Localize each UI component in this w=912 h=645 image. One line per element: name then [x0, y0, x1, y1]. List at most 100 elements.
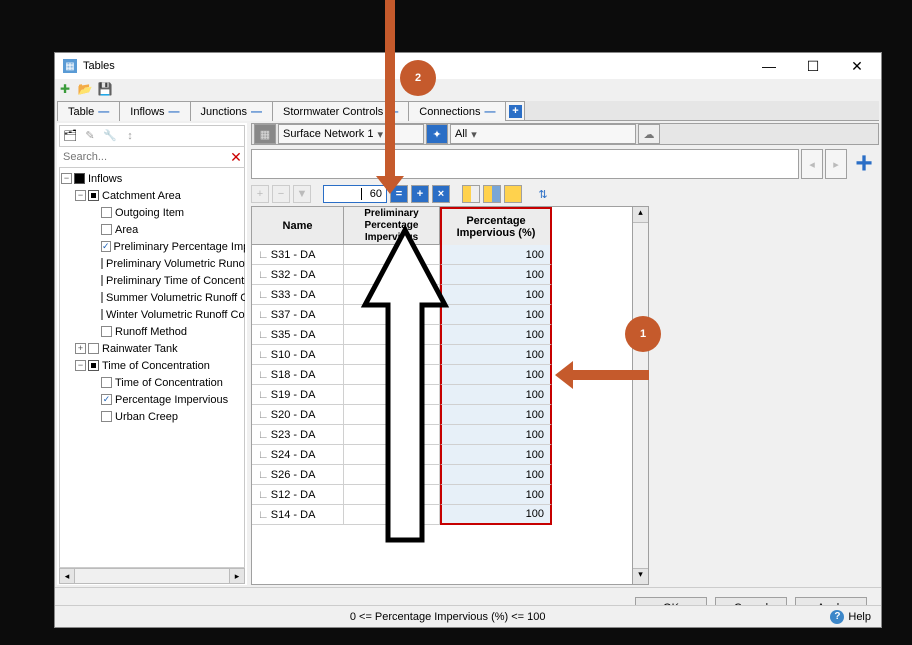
expand-icon[interactable]: − — [61, 173, 72, 184]
column-header-name[interactable]: Name — [252, 207, 344, 245]
cell-percent[interactable]: 100 — [440, 325, 552, 345]
expand-all-icon[interactable]: + — [251, 185, 269, 203]
tree-item[interactable]: Preliminary Percentage Impervious — [114, 241, 245, 253]
column-header-percent[interactable]: Percentage Impervious (%) — [440, 207, 552, 245]
close-button[interactable]: ✕ — [835, 53, 879, 79]
apply-plus-button[interactable]: + — [411, 185, 429, 203]
open-folder-icon[interactable]: 📂 — [77, 81, 93, 97]
expand-icon[interactable]: − — [75, 360, 86, 371]
grid-vscroll[interactable]: ▴▾ — [633, 206, 649, 585]
cell-name[interactable]: ∟S37 - DA — [252, 305, 344, 325]
scope-icon[interactable]: ✦ — [426, 124, 448, 144]
cell-prelim[interactable] — [344, 325, 440, 345]
sort-icon[interactable]: ⇅ — [534, 185, 552, 203]
cell-percent[interactable]: 100 — [440, 485, 552, 505]
tree-item[interactable]: Urban Creep — [115, 411, 178, 423]
apply-times-button[interactable]: × — [432, 185, 450, 203]
cell-prelim[interactable] — [344, 245, 440, 265]
tree-item[interactable]: Preliminary Volumetric Runoff Coefficien… — [106, 258, 245, 270]
tree-tool-3[interactable]: 🔧 — [101, 127, 119, 145]
help-icon[interactable]: ? — [830, 610, 844, 624]
tree-item[interactable]: Runoff Method — [115, 326, 187, 338]
cell-prelim[interactable] — [344, 425, 440, 445]
checkbox[interactable] — [88, 343, 99, 354]
tab-remove-icon[interactable]: — — [98, 106, 109, 118]
cell-percent[interactable]: 100 — [440, 405, 552, 425]
network-icon[interactable]: ▦ — [254, 124, 276, 144]
columns-icon-1[interactable] — [462, 185, 480, 203]
cell-percent[interactable]: 100 — [440, 465, 552, 485]
tab-remove-icon[interactable]: — — [251, 106, 262, 118]
cell-name[interactable]: ∟S33 - DA — [252, 285, 344, 305]
cell-name[interactable]: ∟S23 - DA — [252, 425, 344, 445]
expand-icon[interactable]: − — [75, 190, 86, 201]
cell-prelim[interactable] — [344, 485, 440, 505]
cell-percent[interactable]: 100 — [440, 365, 552, 385]
filter-icon[interactable]: ▼ — [293, 185, 311, 203]
cell-name[interactable]: ∟S20 - DA — [252, 405, 344, 425]
grid-search-input[interactable] — [251, 149, 799, 179]
cell-name[interactable]: ∟S12 - DA — [252, 485, 344, 505]
tree-item[interactable]: Area — [115, 224, 138, 236]
cell-percent[interactable]: 100 — [440, 425, 552, 445]
cell-percent[interactable]: 100 — [440, 445, 552, 465]
checkbox[interactable] — [101, 292, 103, 303]
checkbox[interactable] — [101, 275, 103, 286]
cell-name[interactable]: ∟S14 - DA — [252, 505, 344, 525]
add-row-button[interactable]: + — [849, 149, 879, 179]
cell-prelim[interactable] — [344, 385, 440, 405]
tree-tool-2[interactable]: ✎ — [81, 127, 99, 145]
expand-icon[interactable]: + — [75, 343, 86, 354]
checkbox[interactable] — [101, 377, 112, 388]
cell-percent[interactable]: 100 — [440, 285, 552, 305]
prev-button[interactable]: ◂ — [801, 149, 823, 179]
add-tab-button[interactable]: + — [505, 101, 525, 120]
tree-tool-4[interactable]: ↕ — [121, 127, 139, 145]
tab-table[interactable]: Table— — [57, 101, 120, 121]
checkbox[interactable] — [101, 394, 112, 405]
clear-search-icon[interactable]: ✕ — [227, 149, 245, 166]
next-button[interactable]: ▸ — [825, 149, 847, 179]
tree-tool-1[interactable]: 🗂 — [61, 127, 79, 145]
tab-remove-icon[interactable]: — — [484, 106, 495, 118]
cell-name[interactable]: ∟S26 - DA — [252, 465, 344, 485]
checkbox[interactable] — [101, 309, 103, 320]
tab-junctions[interactable]: Junctions— — [190, 101, 273, 121]
maximize-button[interactable]: ☐ — [791, 53, 835, 79]
checkbox[interactable] — [101, 224, 112, 235]
cell-prelim[interactable] — [344, 265, 440, 285]
columns-icon-3[interactable] — [504, 185, 522, 203]
cell-prelim[interactable] — [344, 465, 440, 485]
tree-node-rainwater[interactable]: Rainwater Tank — [102, 343, 178, 355]
tree-item[interactable]: Summer Volumetric Runoff Coefficient — [106, 292, 245, 304]
tree-hscroll[interactable]: ◂▸ — [59, 567, 245, 583]
minimize-button[interactable]: — — [747, 53, 791, 79]
cell-prelim[interactable] — [344, 405, 440, 425]
cell-name[interactable]: ∟S19 - DA — [252, 385, 344, 405]
tree-node-toc[interactable]: Time of Concentration — [102, 360, 210, 372]
value-input[interactable]: 60 — [323, 185, 387, 203]
checkbox[interactable] — [101, 326, 112, 337]
tab-remove-icon[interactable]: — — [387, 106, 398, 118]
tree-item[interactable]: Preliminary Time of Concentration — [106, 275, 245, 287]
cell-percent[interactable]: 100 — [440, 385, 552, 405]
cell-prelim[interactable] — [344, 285, 440, 305]
scope-dropdown[interactable]: All▾ — [450, 124, 636, 144]
new-table-icon[interactable]: ✚ — [57, 81, 73, 97]
cell-percent[interactable]: 100 — [440, 345, 552, 365]
tree-node-catchment[interactable]: Catchment Area — [102, 190, 181, 202]
collapse-all-icon[interactable]: − — [272, 185, 290, 203]
cell-prelim[interactable] — [344, 445, 440, 465]
tree-item[interactable]: Winter Volumetric Runoff Coefficient — [106, 309, 245, 321]
tab-stormwater-controls[interactable]: Stormwater Controls— — [272, 101, 409, 121]
cell-percent[interactable]: 100 — [440, 245, 552, 265]
tab-connections[interactable]: Connections— — [408, 101, 506, 121]
cell-name[interactable]: ∟S31 - DA — [252, 245, 344, 265]
tree-item[interactable]: Percentage Impervious — [115, 394, 228, 406]
tree-item[interactable]: Outgoing Item — [115, 207, 184, 219]
cell-name[interactable]: ∟S24 - DA — [252, 445, 344, 465]
cell-name[interactable]: ∟S32 - DA — [252, 265, 344, 285]
cell-name[interactable]: ∟S10 - DA — [252, 345, 344, 365]
cell-prelim[interactable] — [344, 365, 440, 385]
search-input[interactable] — [59, 147, 227, 167]
